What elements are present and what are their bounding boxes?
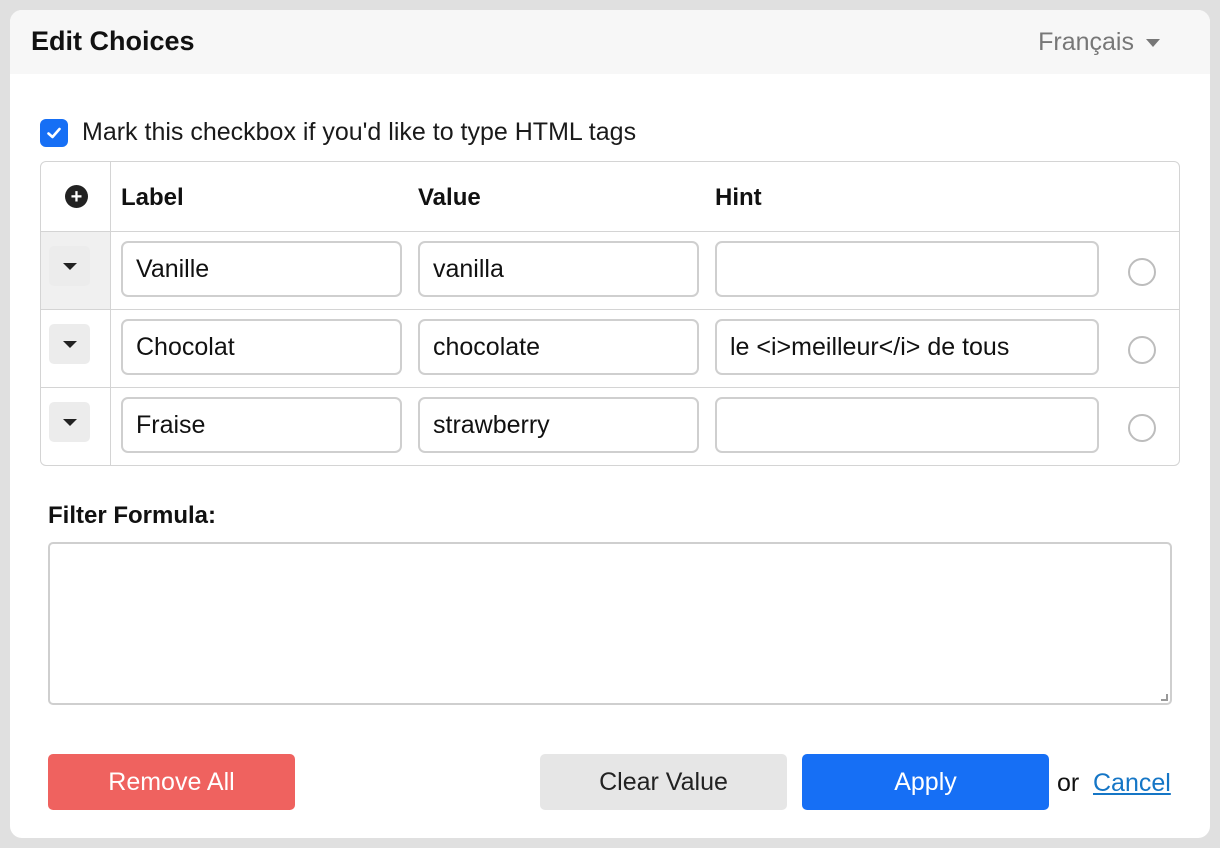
column-header-hint: Hint [715,184,762,211]
or-text: or [1057,769,1080,797]
edit-choices-dialog: Edit Choices Français Mark this checkbox… [10,10,1210,838]
table-header: + Label Value Hint [41,162,1179,232]
caret-down-icon [62,340,77,348]
table-row: Vanille vanilla [41,232,1179,310]
choice-label-input[interactable]: Fraise [121,397,402,453]
choice-value-input[interactable]: chocolate [418,319,699,375]
table-row: Chocolat chocolate le <i>meilleur</i> de… [41,310,1179,388]
caret-down-icon [62,418,77,426]
choice-hint-input[interactable] [715,397,1099,453]
checkmark-icon [47,127,61,138]
column-header-value: Value [418,184,481,211]
filter-formula-label: Filter Formula: [48,502,217,529]
dialog-title: Edit Choices [31,26,195,56]
default-choice-radio[interactable] [1128,336,1156,364]
html-tags-checkbox[interactable] [40,118,68,147]
choice-hint-input[interactable]: le <i>meilleur</i> de tous [715,319,1099,375]
default-choice-radio[interactable] [1128,414,1156,442]
language-selected: Français [1038,28,1134,56]
choice-value-input[interactable]: vanilla [418,241,699,297]
caret-down-icon [62,262,77,270]
remove-all-button[interactable]: Remove All [48,754,295,810]
default-choice-radio[interactable] [1128,258,1156,286]
dialog-header: Edit Choices Français [10,10,1210,74]
html-tags-checkbox-label: Mark this checkbox if you'd like to type… [82,118,637,146]
choice-value-input[interactable]: strawberry [418,397,699,453]
choices-table: + Label Value Hint Vanille vanilla Choco… [40,161,1180,466]
cancel-link[interactable]: Cancel [1093,769,1171,798]
row-menu-button[interactable] [49,246,90,286]
chevron-down-icon [1146,38,1160,47]
choice-label-input[interactable]: Chocolat [121,319,402,375]
column-header-label: Label [121,184,184,211]
clear-value-button[interactable]: Clear Value [540,754,787,810]
row-menu-button[interactable] [49,324,90,364]
apply-button[interactable]: Apply [802,754,1049,810]
row-menu-button[interactable] [49,402,90,442]
choice-label-input[interactable]: Vanille [121,241,402,297]
add-choice-icon[interactable]: + [65,185,88,208]
choice-hint-input[interactable] [715,241,1099,297]
language-dropdown[interactable]: Français [1038,28,1160,57]
html-toggle-row: Mark this checkbox if you'd like to type… [40,118,636,147]
table-row: Fraise strawberry [41,388,1179,465]
resize-grip-icon[interactable] [1161,694,1168,701]
filter-formula-textarea[interactable] [48,542,1172,705]
